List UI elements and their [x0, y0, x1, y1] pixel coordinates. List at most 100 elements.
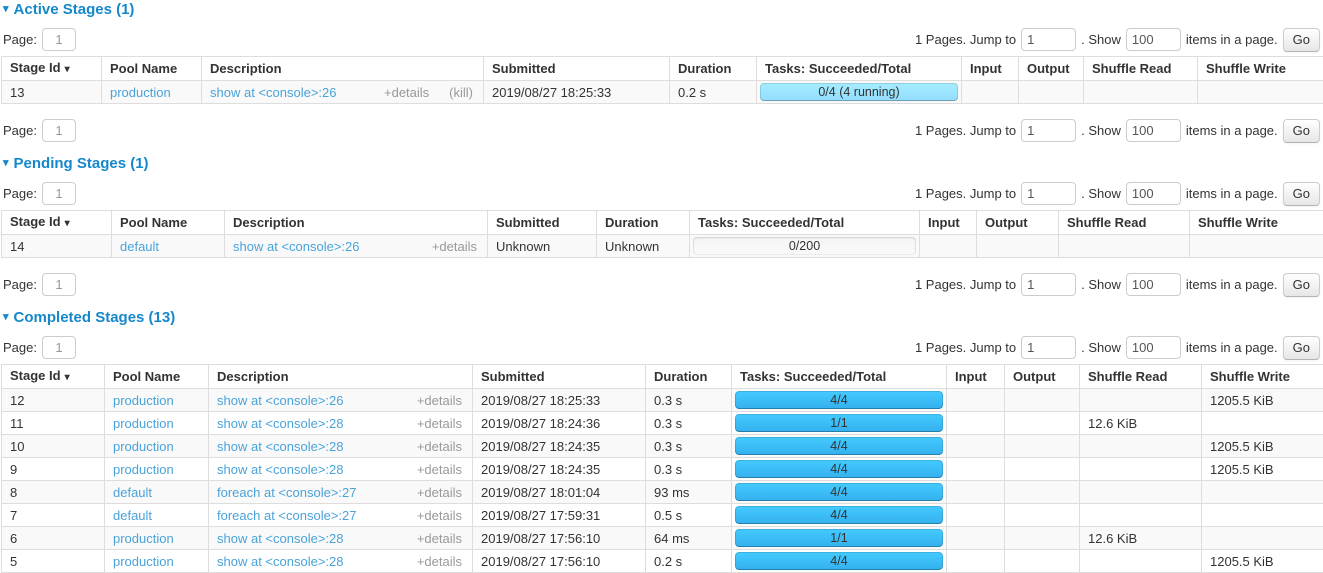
details-toggle[interactable]: +details	[417, 393, 462, 408]
column-header-submitted[interactable]: Submitted	[473, 365, 646, 389]
description-link[interactable]: show at <console>:28	[217, 531, 343, 546]
jump-to-input[interactable]	[1021, 182, 1076, 205]
column-header-duration[interactable]: Duration	[646, 365, 732, 389]
column-header-tasks-succeeded-total[interactable]: Tasks: Succeeded/Total	[732, 365, 947, 389]
pool-link[interactable]: production	[113, 393, 174, 408]
description-link[interactable]: show at <console>:28	[217, 462, 343, 477]
column-header-submitted[interactable]: Submitted	[488, 211, 597, 235]
column-header-output[interactable]: Output	[1019, 57, 1084, 81]
pool-link[interactable]: default	[120, 239, 159, 254]
description-link[interactable]: show at <console>:26	[210, 85, 336, 100]
stage-id-cell: 11	[2, 412, 105, 435]
jump-to-input[interactable]	[1021, 336, 1076, 359]
show-count-input[interactable]	[1126, 336, 1181, 359]
show-count-input[interactable]	[1126, 119, 1181, 142]
column-header-shuffle-write[interactable]: Shuffle Write	[1198, 57, 1323, 81]
column-header-stage-id[interactable]: Stage Id▾	[2, 211, 112, 235]
submitted-cell: 2019/08/27 18:01:04	[473, 481, 646, 504]
kill-link[interactable]: (kill)	[449, 85, 473, 100]
completed-stages-heading[interactable]: ▾ Completed Stages (13)	[3, 310, 1322, 325]
description-link[interactable]: show at <console>:28	[217, 554, 343, 569]
pool-link[interactable]: production	[113, 531, 174, 546]
page-number-input[interactable]	[42, 119, 76, 142]
details-toggle[interactable]: +details	[417, 462, 462, 477]
shuffle-write-cell: 1205.5 KiB	[1202, 389, 1323, 412]
column-header-description[interactable]: Description	[225, 211, 488, 235]
active-stages-table: Stage Id▾Pool NameDescriptionSubmittedDu…	[1, 56, 1323, 104]
show-count-input[interactable]	[1126, 182, 1181, 205]
pool-link[interactable]: production	[113, 416, 174, 431]
description-cell: foreach at <console>:27 +details	[209, 504, 473, 527]
column-header-submitted[interactable]: Submitted	[484, 57, 670, 81]
column-header-shuffle-read[interactable]: Shuffle Read	[1084, 57, 1198, 81]
pending-stages-heading[interactable]: ▾ Pending Stages (1)	[3, 156, 1322, 171]
column-header-shuffle-read[interactable]: Shuffle Read	[1080, 365, 1202, 389]
pool-link[interactable]: default	[113, 485, 152, 500]
column-header-pool-name[interactable]: Pool Name	[105, 365, 209, 389]
column-header-pool-name[interactable]: Pool Name	[112, 211, 225, 235]
pool-link[interactable]: production	[113, 554, 174, 569]
input-cell	[920, 235, 977, 258]
details-toggle[interactable]: +details	[417, 554, 462, 569]
stage-row: 9productionshow at <console>:28+details2…	[2, 458, 1323, 481]
go-button[interactable]: Go	[1283, 336, 1320, 360]
description-link[interactable]: show at <console>:26	[233, 239, 359, 254]
active-stages-heading[interactable]: ▾ Active Stages (1)	[3, 2, 1322, 17]
column-header-input[interactable]: Input	[920, 211, 977, 235]
pool-link[interactable]: production	[113, 462, 174, 477]
show-count-input[interactable]	[1126, 28, 1181, 51]
description-link[interactable]: show at <console>:28	[217, 416, 343, 431]
page-number-input[interactable]	[42, 336, 76, 359]
submitted-cell: 2019/08/27 18:25:33	[473, 389, 646, 412]
column-header-tasks-succeeded-total[interactable]: Tasks: Succeeded/Total	[757, 57, 962, 81]
details-toggle[interactable]: +details	[417, 508, 462, 523]
description-link[interactable]: show at <console>:28	[217, 439, 343, 454]
column-header-shuffle-write[interactable]: Shuffle Write	[1190, 211, 1323, 235]
pages-count-text: 1 Pages. Jump to	[915, 277, 1016, 292]
page-number-input[interactable]	[42, 182, 76, 205]
description-link[interactable]: foreach at <console>:27	[217, 508, 357, 523]
show-count-input[interactable]	[1126, 273, 1181, 296]
go-button[interactable]: Go	[1283, 182, 1320, 206]
details-toggle[interactable]: +details	[417, 439, 462, 454]
details-toggle[interactable]: +details	[417, 531, 462, 546]
stage-id-cell: 7	[2, 504, 105, 527]
column-header-input[interactable]: Input	[947, 365, 1005, 389]
column-header-pool-name[interactable]: Pool Name	[102, 57, 202, 81]
column-header-duration[interactable]: Duration	[670, 57, 757, 81]
header-row: Stage Id▾Pool NameDescriptionSubmittedDu…	[2, 365, 1323, 389]
column-header-stage-id[interactable]: Stage Id▾	[2, 365, 105, 389]
details-toggle[interactable]: +details	[384, 85, 429, 100]
stage-id-cell: 12	[2, 389, 105, 412]
description-cell: show at <console>:28 +details	[209, 550, 473, 573]
details-toggle[interactable]: +details	[417, 416, 462, 431]
page-number-input[interactable]	[42, 273, 76, 296]
column-header-description[interactable]: Description	[202, 57, 484, 81]
jump-to-input[interactable]	[1021, 28, 1076, 51]
pool-link[interactable]: default	[113, 508, 152, 523]
column-header-stage-id[interactable]: Stage Id▾	[2, 57, 102, 81]
pool-link[interactable]: production	[113, 439, 174, 454]
output-cell	[1005, 527, 1080, 550]
go-button[interactable]: Go	[1283, 28, 1320, 52]
details-toggle[interactable]: +details	[417, 485, 462, 500]
page-number-input[interactable]	[42, 28, 76, 51]
pool-link[interactable]: production	[110, 85, 171, 100]
description-link[interactable]: show at <console>:26	[217, 393, 343, 408]
column-header-duration[interactable]: Duration	[597, 211, 690, 235]
jump-to-input[interactable]	[1021, 273, 1076, 296]
column-header-description[interactable]: Description	[209, 365, 473, 389]
column-header-shuffle-read[interactable]: Shuffle Read	[1059, 211, 1190, 235]
jump-to-input[interactable]	[1021, 119, 1076, 142]
column-header-tasks-succeeded-total[interactable]: Tasks: Succeeded/Total	[690, 211, 920, 235]
column-header-input[interactable]: Input	[962, 57, 1019, 81]
pool-name-cell: production	[105, 435, 209, 458]
column-header-output[interactable]: Output	[1005, 365, 1080, 389]
items-text: items in a page.	[1186, 277, 1278, 292]
details-toggle[interactable]: +details	[432, 239, 477, 254]
column-header-output[interactable]: Output	[977, 211, 1059, 235]
go-button[interactable]: Go	[1283, 119, 1320, 143]
description-link[interactable]: foreach at <console>:27	[217, 485, 357, 500]
column-header-shuffle-write[interactable]: Shuffle Write	[1202, 365, 1323, 389]
go-button[interactable]: Go	[1283, 273, 1320, 297]
